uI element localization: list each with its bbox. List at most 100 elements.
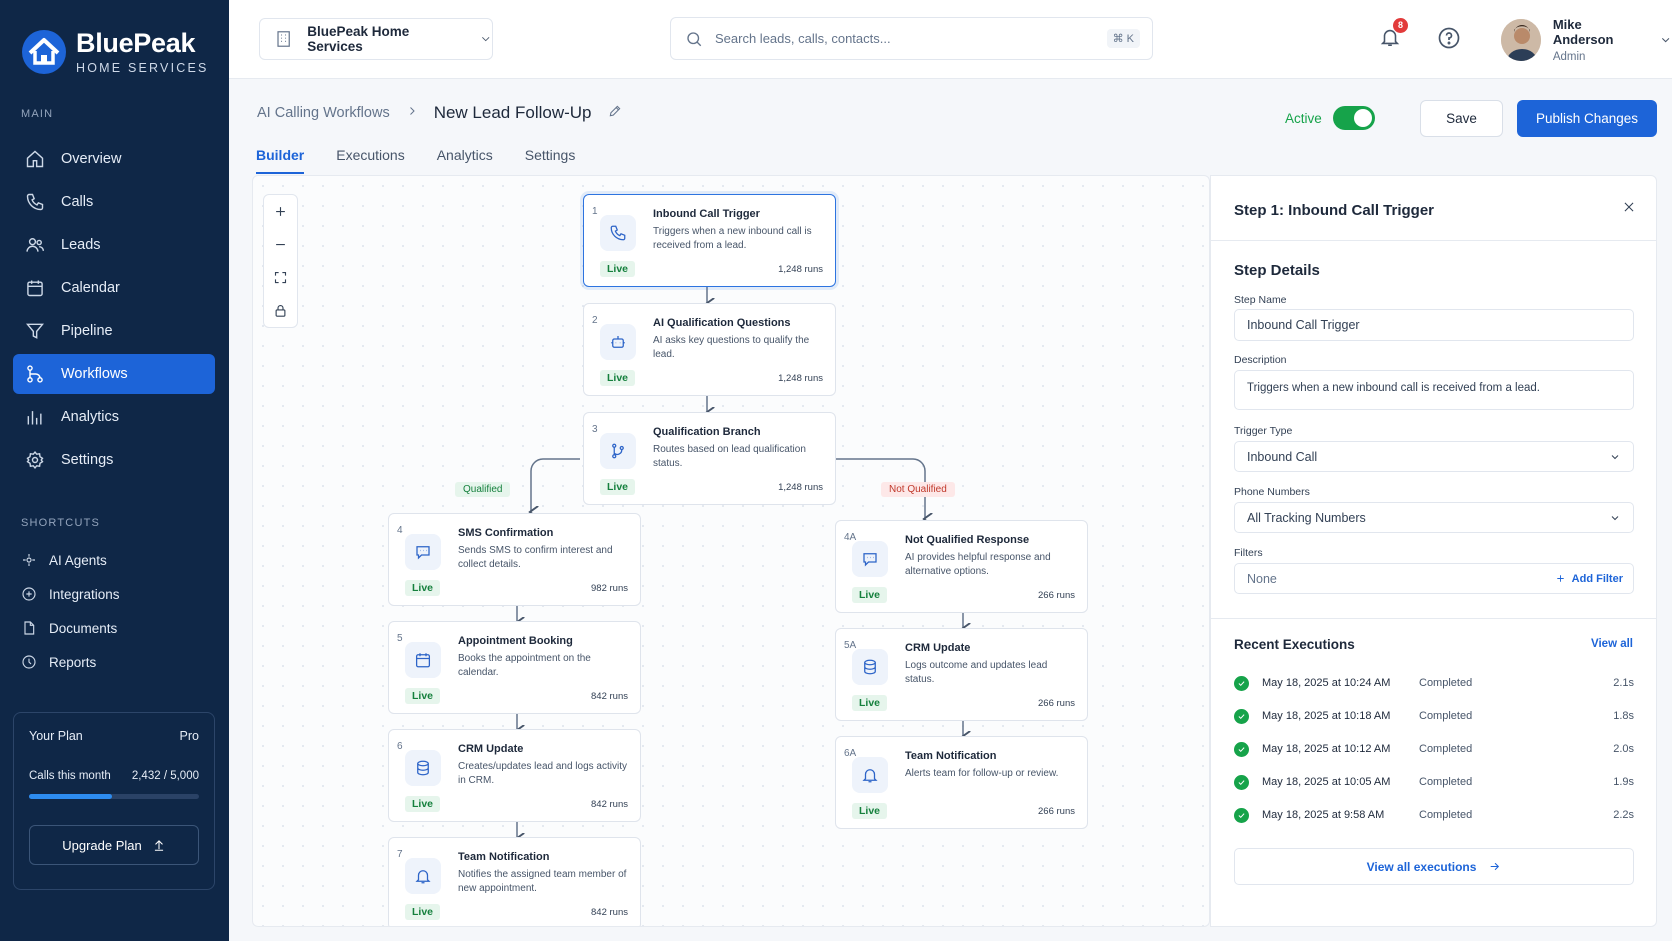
search-input[interactable] [715,31,1095,46]
funnel-icon [25,323,45,339]
step-details-heading: Step Details [1234,262,1320,279]
sidebar-item-overview[interactable]: Overview [13,139,215,179]
sidebar-item-pipeline[interactable]: Pipeline [13,311,215,351]
node-number: 6A [844,748,857,759]
workflow-node-1[interactable]: 1 Inbound Call Trigger Triggers when a n… [583,194,836,287]
sidebar-item-label: Workflows [61,366,128,382]
node-runs: 266 runs [1038,698,1075,709]
message-icon [416,546,430,560]
workflow-node-4[interactable]: 4 SMS Confirmation Sends SMS to confirm … [388,513,641,606]
workflow-canvas[interactable]: 1 Inbound Call Trigger Triggers when a n… [252,175,1210,927]
sidebar-item-calendar[interactable]: Calendar [13,268,215,308]
node-description: Logs outcome and updates lead status. [905,660,1048,685]
shortcut-reports[interactable]: Reports [13,645,215,679]
node-number: 4 [397,525,403,536]
brand-logo[interactable]: BluePeak HOME SERVICES [20,28,209,76]
close-panel-button[interactable] [1622,200,1636,219]
node-description: Alerts team for follow-up or review. [905,768,1059,779]
add-filter-button[interactable]: Add Filter [1555,573,1623,585]
execution-duration: 2.2s [1613,809,1634,821]
main-section-label: MAIN [21,108,54,120]
branch-qualified-label: Qualified [455,482,511,497]
workflow-node-4a[interactable]: 4A Not Qualified Response AI provides he… [835,520,1088,613]
trigger-type-label: Trigger Type [1234,425,1293,437]
building-icon [277,31,290,47]
help-button[interactable] [1437,26,1461,55]
notifications-button[interactable]: 8 [1379,18,1408,50]
sidebar-item-settings[interactable]: Settings [13,440,215,480]
node-description: Notifies the assigned team member of new… [458,869,627,894]
step-name-field[interactable]: Inbound Call Trigger [1234,309,1634,341]
sidebar-item-label: Pipeline [61,323,113,339]
search-bar[interactable]: ⌘ K [670,17,1153,60]
publish-changes-button[interactable]: Publish Changes [1517,100,1657,137]
zoom-in-button[interactable] [264,195,297,228]
workflow-node-7[interactable]: 7 Team Notification Notifies the assigne… [388,837,641,926]
breadcrumb-parent-link[interactable]: AI Calling Workflows [257,105,390,121]
tab-executions[interactable]: Executions [336,136,404,174]
workflow-node-5a[interactable]: 5A CRM Update Logs outcome and updates l… [835,628,1088,721]
zoom-out-button[interactable] [264,228,297,261]
node-number: 3 [592,424,598,435]
node-description: Routes based on lead qualification statu… [653,444,806,469]
shortcut-label: Reports [49,654,97,670]
active-toggle[interactable] [1333,106,1375,130]
execution-row[interactable]: May 18, 2025 at 10:12 AM Completed 2.0s [1234,739,1634,759]
workflow-node-6a[interactable]: 6A Team Notification Alerts team for fol… [835,736,1088,829]
pencil-icon[interactable] [608,104,622,123]
fit-view-button[interactable] [264,261,297,294]
phone-numbers-select[interactable]: All Tracking Numbers [1234,502,1634,533]
workflow-node-3[interactable]: 3 Qualification Branch Routes based on l… [583,412,836,505]
workflow-node-6[interactable]: 6 CRM Update Creates/updates lead and lo… [388,729,641,822]
tab-bar: Builder Executions Analytics Settings [256,136,575,174]
node-number: 7 [397,849,403,860]
description-field[interactable]: Triggers when a new inbound call is rece… [1234,370,1634,410]
chevron-down-icon [481,37,489,42]
shortcut-integrations[interactable]: Integrations [13,577,215,611]
view-all-executions-button[interactable]: View all executions [1234,848,1634,885]
trigger-type-select[interactable]: Inbound Call [1234,441,1634,472]
node-description: Triggers when a new inbound call is rece… [653,226,812,251]
execution-status: Completed [1419,677,1473,689]
lock-canvas-button[interactable] [264,294,297,327]
description-label: Description [1234,354,1287,366]
shortcut-ai-agents[interactable]: AI Agents [13,543,215,577]
user-menu[interactable]: Mike Anderson Admin [1501,17,1672,63]
execution-status: Completed [1419,776,1473,788]
node-runs: 1,248 runs [778,373,823,384]
execution-row[interactable]: May 18, 2025 at 10:18 AM Completed 1.8s [1234,706,1634,726]
sidebar-item-workflows[interactable]: Workflows [13,354,215,394]
plan-label: Your Plan [29,729,83,743]
zoom-controls [263,194,298,328]
tab-builder[interactable]: Builder [256,136,305,174]
view-all-link[interactable]: View all [1591,638,1633,650]
section-divider [1211,618,1656,619]
node-number: 1 [592,206,598,217]
execution-row[interactable]: May 18, 2025 at 9:58 AM Completed 2.2s [1234,805,1634,825]
phone-icon [610,225,626,241]
node-description: Books the appointment on the calendar. [458,653,591,678]
workflow-node-5[interactable]: 5 Appointment Booking Books the appointm… [388,621,641,714]
save-button[interactable]: Save [1420,100,1503,137]
workflow-node-2[interactable]: 2 AI Qualification Questions AI asks key… [583,303,836,396]
node-title: Team Notification [905,750,997,762]
execution-row[interactable]: May 18, 2025 at 10:05 AM Completed 1.9s [1234,772,1634,792]
chevron-right-icon [406,104,418,122]
trigger-type-value: Inbound Call [1247,449,1318,464]
avatar [1501,19,1541,61]
upgrade-plan-button[interactable]: Upgrade Plan [29,825,199,865]
tab-analytics[interactable]: Analytics [437,136,493,174]
status-badge: Live [852,695,888,711]
tab-settings[interactable]: Settings [525,136,576,174]
sidebar-item-leads[interactable]: Leads [13,225,215,265]
execution-row[interactable]: May 18, 2025 at 10:24 AM Completed 2.1s [1234,673,1634,693]
sidebar-item-calls[interactable]: Calls [13,182,215,222]
node-runs: 1,248 runs [778,264,823,275]
node-number: 5A [844,640,857,651]
help-icon [1438,27,1460,49]
check-circle-icon [1234,774,1249,790]
node-number: 5 [397,633,403,644]
sidebar-item-analytics[interactable]: Analytics [13,397,215,437]
shortcut-documents[interactable]: Documents [13,611,215,645]
company-selector[interactable]: BluePeak Home Services [259,18,493,60]
